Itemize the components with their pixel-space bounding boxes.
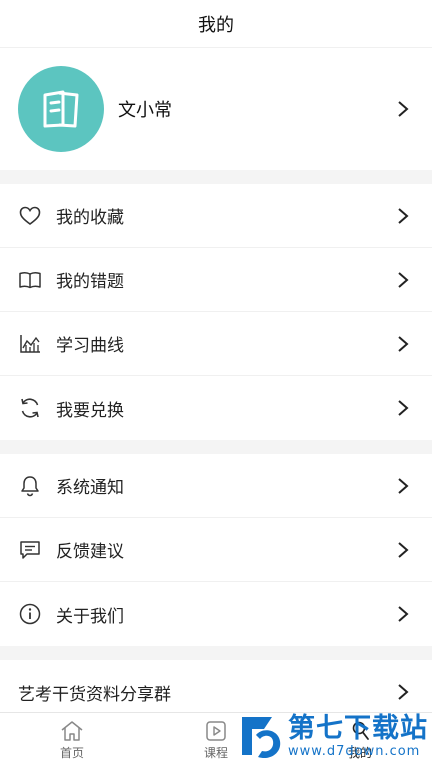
top-nav-bar: 我的	[0, 0, 432, 48]
refresh-icon	[18, 396, 42, 420]
chevron-right-icon	[396, 605, 412, 623]
menu-item-learning-curve[interactable]: 学习曲线	[0, 312, 432, 376]
menu-item-label: 艺考干货资料分享群	[18, 684, 171, 705]
tab-label: 我的	[347, 746, 372, 760]
menu-group-main: 我的收藏 我的错题 学习曲线 我要兑换	[0, 184, 432, 440]
chevron-right-icon	[396, 271, 412, 289]
menu-item-label: 我的错题	[56, 272, 124, 292]
tab-home[interactable]: 首页	[0, 713, 144, 768]
book-icon	[18, 268, 42, 292]
menu-item-label: 反馈建议	[56, 542, 124, 562]
notebook-logo-icon	[43, 90, 79, 128]
menu-item-notifications[interactable]: 系统通知	[0, 454, 432, 518]
tab-course[interactable]: 课程	[144, 713, 288, 768]
menu-item-redeem[interactable]: 我要兑换	[0, 376, 432, 440]
menu-item-wrong-questions[interactable]: 我的错题	[0, 248, 432, 312]
section-divider	[0, 440, 432, 454]
chart-icon	[18, 332, 42, 356]
user-name: 文小常	[118, 100, 172, 121]
chevron-right-icon	[396, 683, 412, 701]
chevron-right-icon	[396, 477, 412, 495]
tab-label: 首页	[59, 746, 84, 760]
home-icon	[61, 721, 83, 741]
section-divider	[0, 170, 432, 184]
tab-label: 课程	[203, 746, 228, 760]
menu-item-label: 系统通知	[56, 478, 124, 498]
profile-row[interactable]: 文小常	[0, 48, 432, 170]
section-divider	[0, 646, 432, 660]
chevron-right-icon	[396, 541, 412, 559]
chevron-right-icon	[396, 100, 412, 118]
menu-item-feedback[interactable]: 反馈建议	[0, 518, 432, 582]
avatar[interactable]	[18, 66, 104, 152]
message-icon	[18, 538, 42, 562]
bottom-tab-bar: 首页 课程 我的	[0, 712, 432, 768]
page-title: 我的	[198, 14, 234, 36]
play-video-icon	[206, 721, 226, 741]
menu-item-label: 我的收藏	[56, 208, 124, 228]
menu-group-secondary: 系统通知 反馈建议 关于我们	[0, 454, 432, 646]
menu-item-label: 我要兑换	[56, 400, 124, 421]
info-icon	[18, 602, 42, 626]
menu-item-about-us[interactable]: 关于我们	[0, 582, 432, 646]
chevron-right-icon	[396, 207, 412, 225]
bell-icon	[18, 474, 42, 498]
tab-mine[interactable]: 我的	[288, 713, 432, 768]
chevron-right-icon	[396, 399, 412, 417]
user-icon	[352, 721, 369, 740]
menu-item-label: 学习曲线	[56, 336, 124, 356]
menu-item-label: 关于我们	[56, 606, 124, 627]
chevron-right-icon	[396, 335, 412, 353]
heart-icon	[18, 204, 42, 228]
menu-item-favorites[interactable]: 我的收藏	[0, 184, 432, 248]
